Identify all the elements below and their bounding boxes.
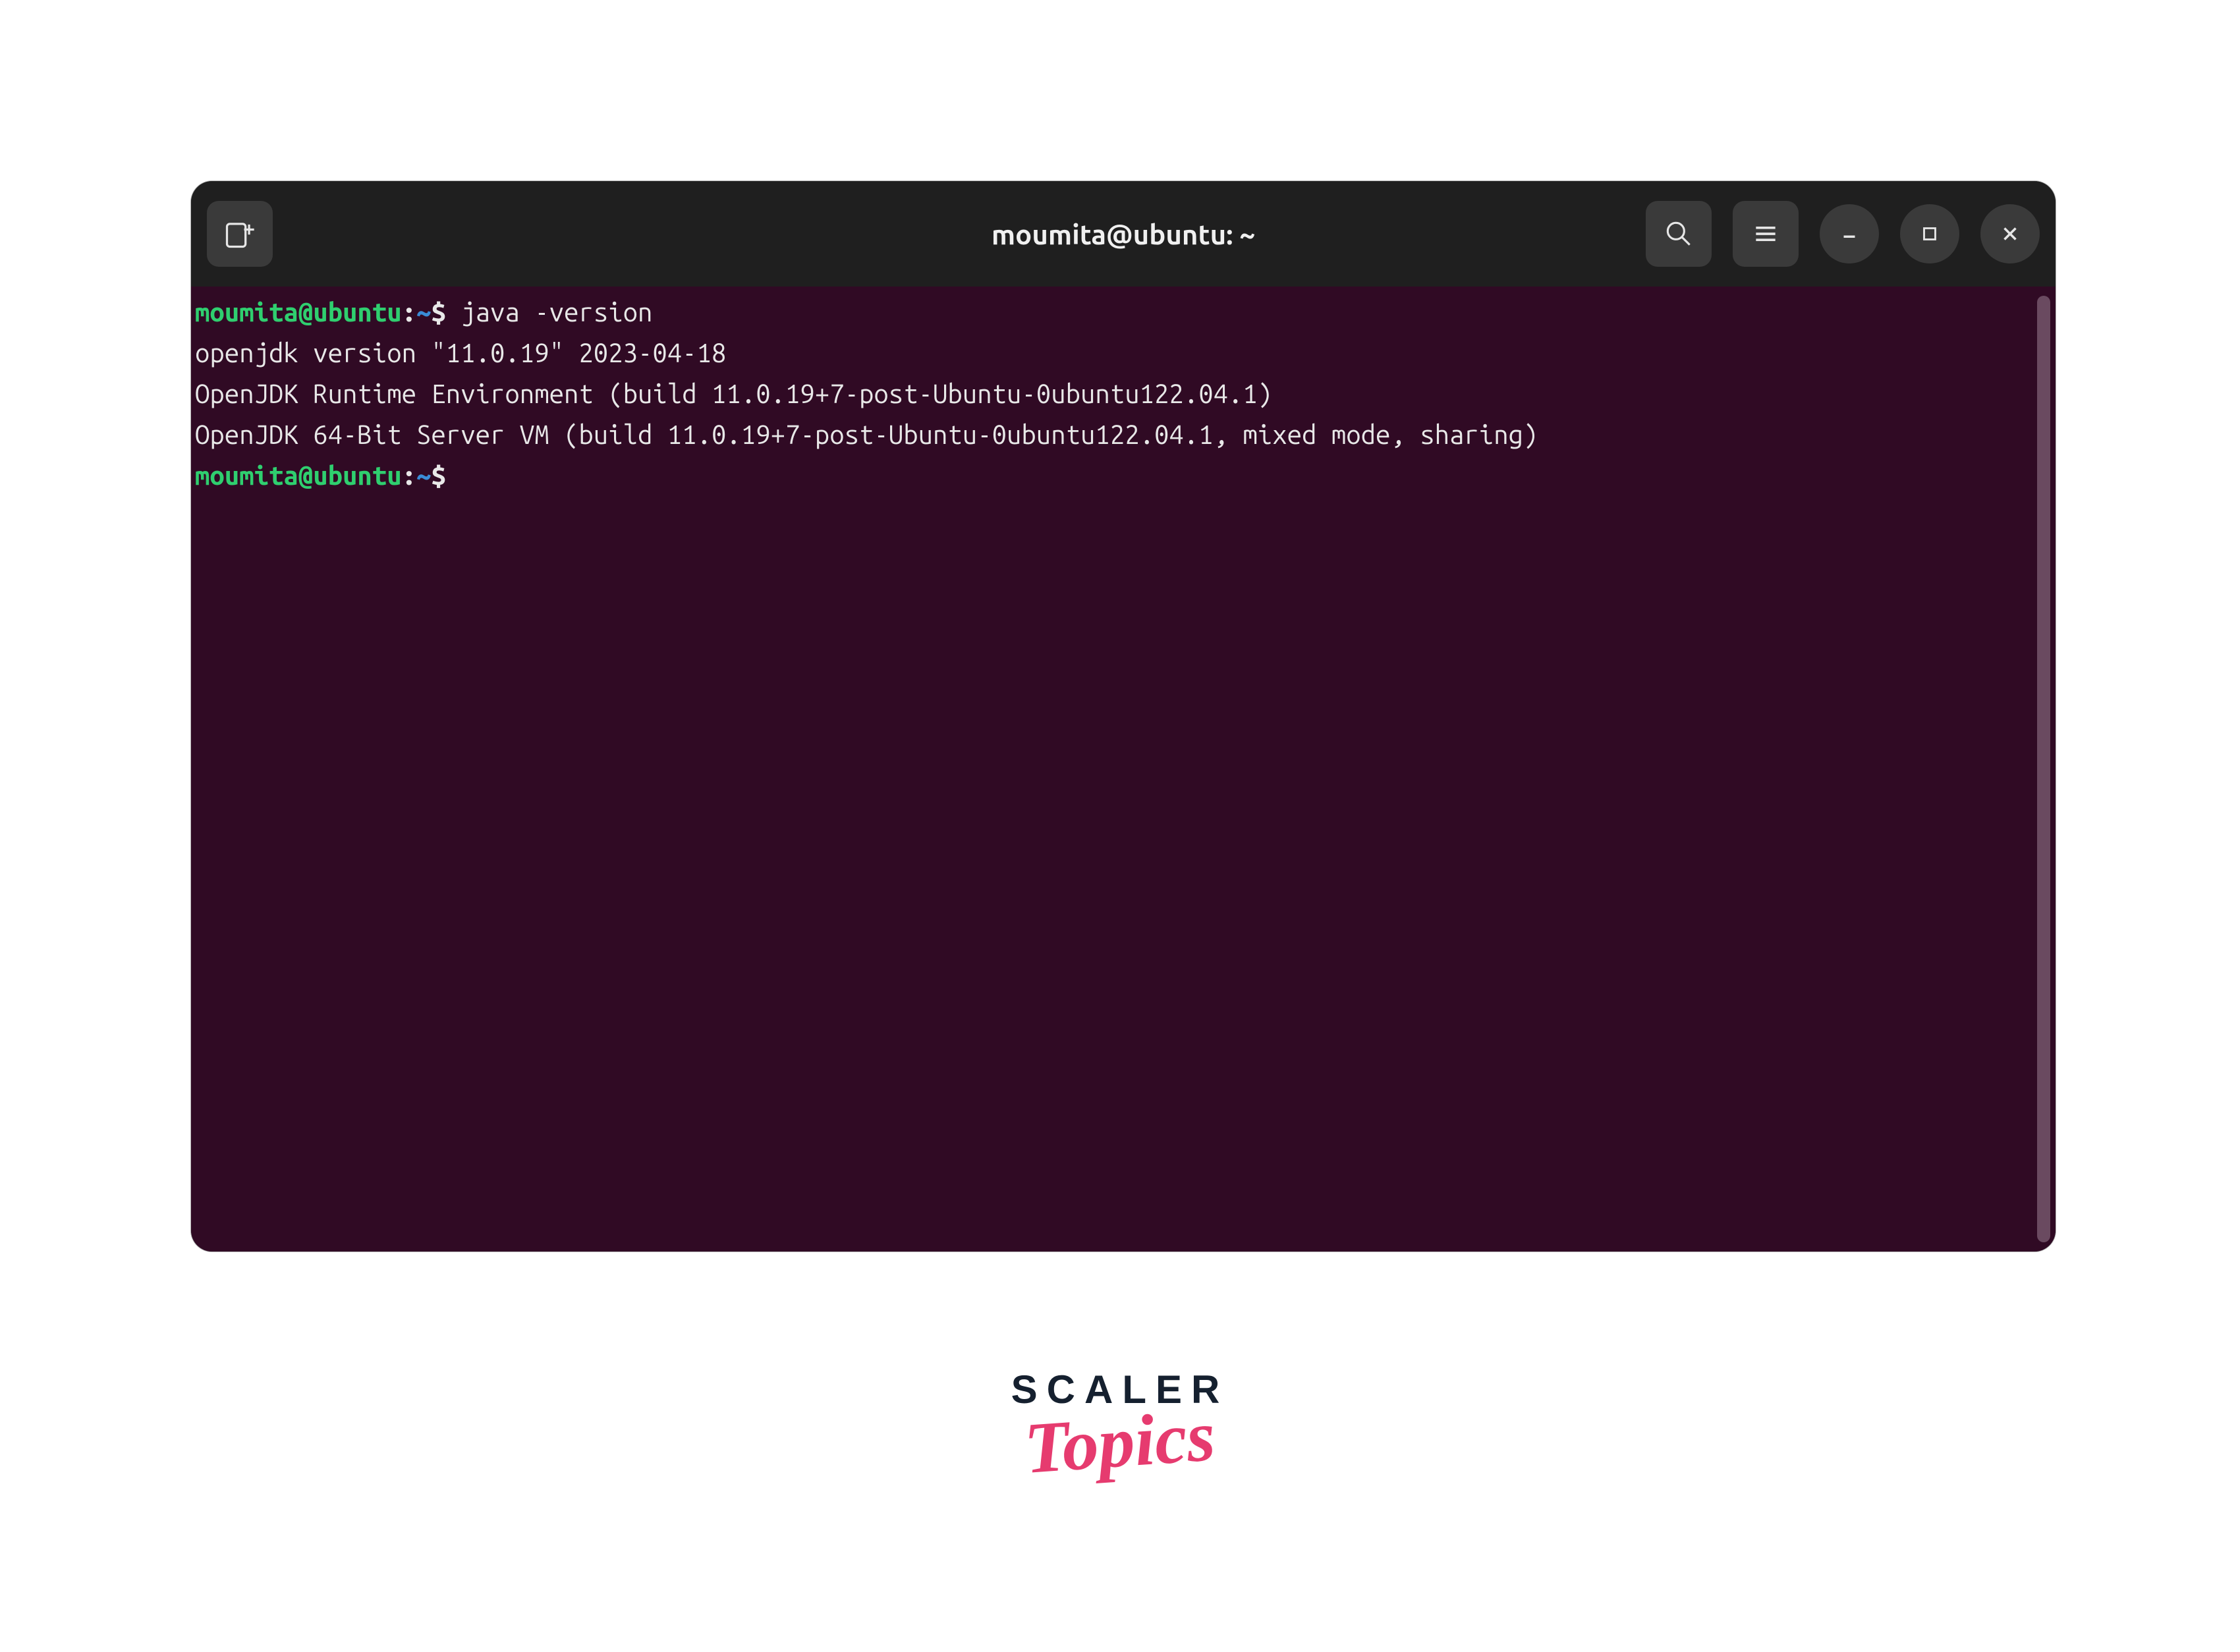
output-text: openjdk version "11.0.19" 2023-04-18 [195,338,726,368]
new-tab-button[interactable] [207,201,273,267]
prompt-command: java -version [461,297,652,327]
minimize-icon [1838,223,1861,245]
title-bar-right-controls [1646,201,2040,267]
hamburger-menu-icon [1751,219,1780,248]
brand-logo: SCALER Topics [1011,1367,1229,1486]
prompt-separator: : [402,297,416,327]
prompt-path: ~ [416,297,431,327]
window-title-bar: moumita@ubuntu: ~ [191,181,2056,287]
maximize-button[interactable] [1900,204,1959,263]
terminal-prompt-line: moumita@ubuntu:~$ [195,455,2056,496]
maximize-icon [1918,223,1941,245]
terminal-output-line: OpenJDK Runtime Environment (build 11.0.… [195,373,2056,414]
prompt-symbol: $ [431,297,461,327]
search-button[interactable] [1646,201,1712,267]
close-icon [1999,223,2021,245]
terminal-window: moumita@ubuntu: ~ [191,181,2056,1252]
search-icon [1662,217,1695,250]
terminal-prompt-line: moumita@ubuntu:~$ java -version [195,292,2056,333]
output-text: OpenJDK Runtime Environment (build 11.0.… [195,379,1272,408]
prompt-user-host: moumita@ubuntu [195,297,402,327]
title-bar-left-controls [207,201,273,267]
close-button[interactable] [1980,204,2040,263]
page-stage: moumita@ubuntu: ~ [0,0,2240,1652]
prompt-path: ~ [416,460,431,490]
output-text: OpenJDK 64-Bit Server VM (build 11.0.19+… [195,420,1538,449]
new-tab-icon [223,217,257,251]
prompt-symbol: $ [431,460,461,490]
terminal-content[interactable]: moumita@ubuntu:~$ java -versionopenjdk v… [191,292,2056,496]
prompt-user-host: moumita@ubuntu [195,460,402,490]
terminal-output-line: OpenJDK 64-Bit Server VM (build 11.0.19+… [195,414,2056,455]
terminal-body[interactable]: moumita@ubuntu:~$ java -versionopenjdk v… [191,287,2056,1252]
terminal-output-line: openjdk version "11.0.19" 2023-04-18 [195,333,2056,373]
prompt-separator: : [402,460,416,490]
minimize-button[interactable] [1820,204,1879,263]
terminal-scrollbar[interactable] [2037,296,2050,1242]
brand-line-2: Topics [1022,1394,1218,1491]
menu-button[interactable] [1733,201,1799,267]
